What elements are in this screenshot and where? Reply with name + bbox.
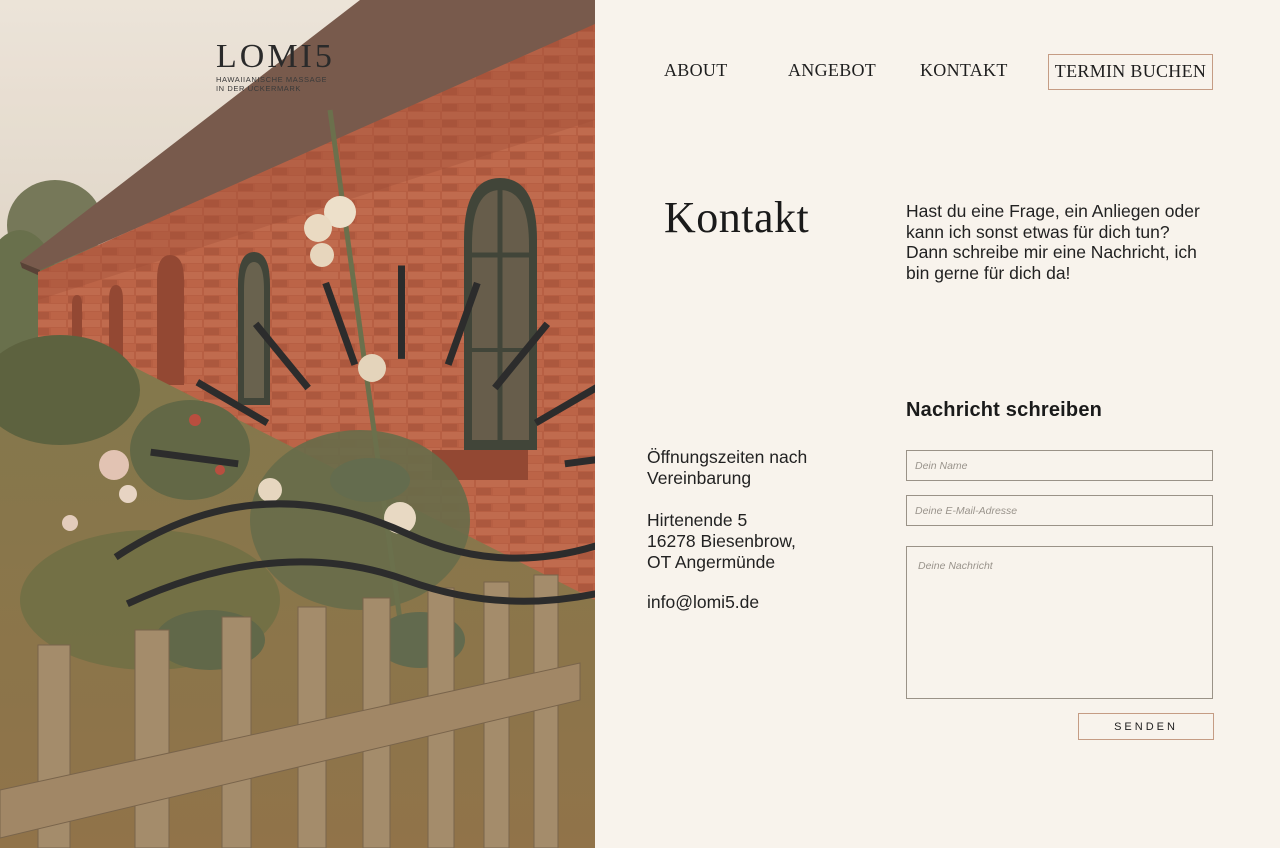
address-street: Hirtenende 5	[647, 510, 748, 530]
brand-tagline-line2: IN DER UCKERMARK	[216, 84, 302, 93]
page-title: Kontakt	[664, 193, 810, 242]
brand-tagline-line1: HAWAIIANISCHE MASSAGE	[216, 75, 326, 84]
brand-tagline: HAWAIIANISCHE MASSAGE IN DER UCKERMARK	[216, 75, 326, 93]
form-title: Nachricht schreiben	[906, 399, 1103, 421]
book-appointment-button[interactable]: TERMIN BUCHEN	[1048, 54, 1213, 90]
hero-photo: LOMI5 HAWAIIANISCHE MASSAGE IN DER UCKER…	[0, 0, 595, 848]
brand-logo[interactable]: LOMI5 HAWAIIANISCHE MASSAGE IN DER UCKER…	[104, 34, 595, 608]
address-city: 16278 Biesenbrow,	[647, 530, 796, 551]
nav-about[interactable]: ABOUT	[664, 60, 728, 81]
address: Hirtenende 5 16278 Biesenbrow, OT Angerm…	[647, 510, 867, 572]
email-input[interactable]	[906, 495, 1213, 526]
name-input[interactable]	[906, 450, 1213, 481]
message-textarea[interactable]	[906, 546, 1213, 699]
address-district: OT Angermünde	[647, 551, 776, 572]
send-button[interactable]: SENDEN	[1078, 713, 1214, 740]
brand-name: LOMI5	[216, 38, 335, 75]
sunrise-logo-icon	[113, 265, 595, 608]
intro-text: Hast du eine Frage, ein Anliegen oder ka…	[906, 201, 1200, 284]
nav-angebot[interactable]: ANGEBOT	[788, 60, 876, 81]
opening-hours: Öffnungszeiten nach Vereinbarung	[647, 447, 808, 488]
nav-kontakt[interactable]: KONTAKT	[920, 60, 1008, 81]
email-link[interactable]: info@lomi5.de	[647, 592, 759, 613]
